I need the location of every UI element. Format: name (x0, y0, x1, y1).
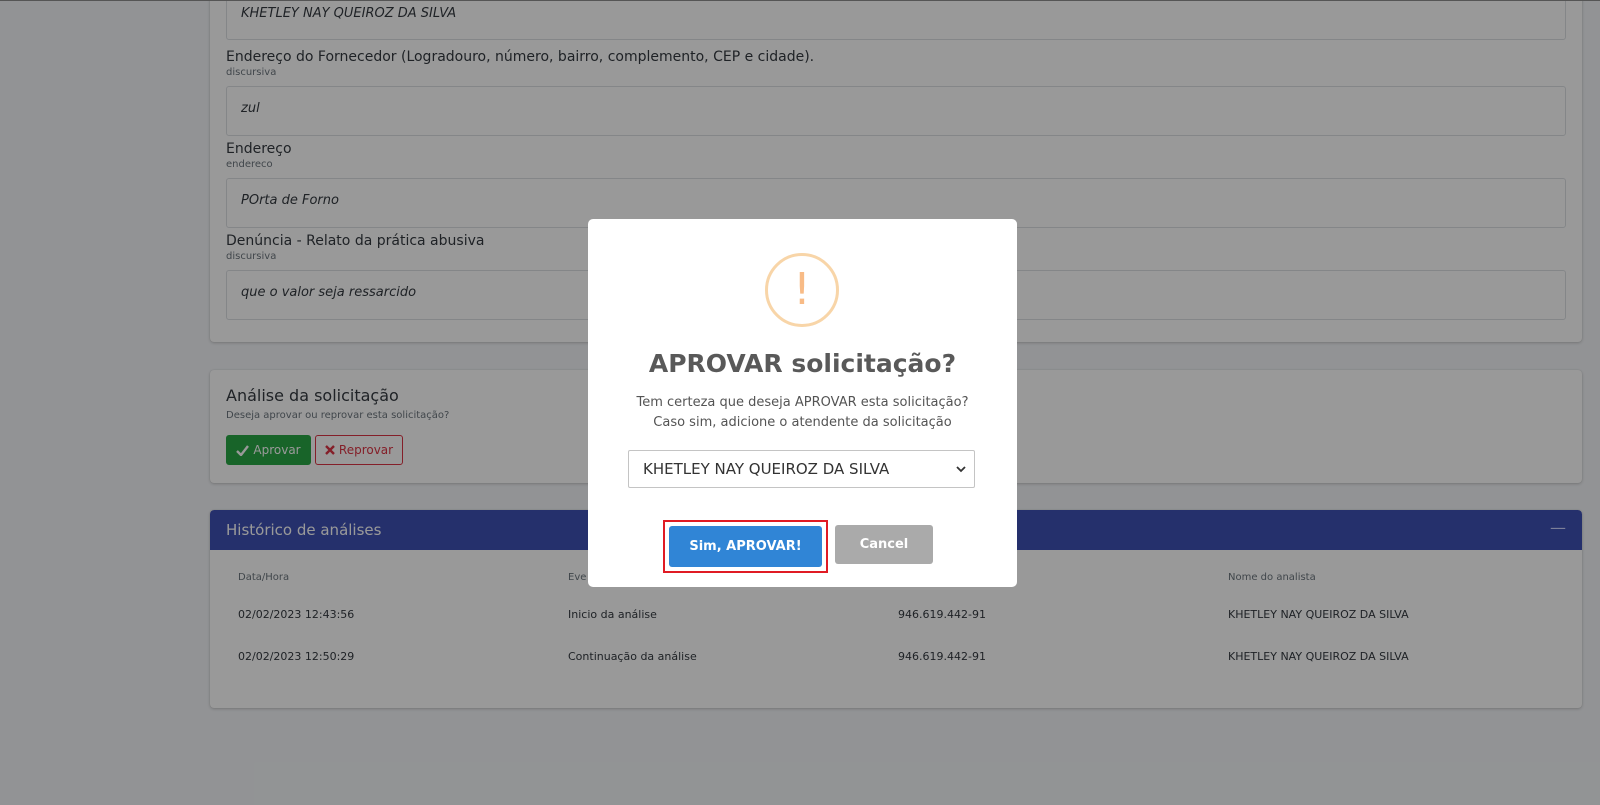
dialog-title: APROVAR solicitação? (648, 349, 957, 378)
exclamation-icon: ! (793, 264, 811, 315)
dialog-text-line2: Caso sim, adicione o atendente da solici… (653, 415, 952, 430)
warning-icon: ! (765, 253, 839, 327)
attendant-select[interactable]: KHETLEY NAY QUEIROZ DA SILVA (628, 450, 975, 488)
attendant-select-value: KHETLEY NAY QUEIROZ DA SILVA (643, 460, 890, 478)
chevron-down-icon (956, 466, 966, 473)
confirm-dialog: ! APROVAR solicitação? Tem certeza que d… (588, 219, 1017, 587)
confirm-highlight: Sim, APROVAR! (663, 520, 828, 573)
dialog-text-line1: Tem certeza que deseja APROVAR esta soli… (636, 395, 969, 410)
top-border (0, 0, 1600, 1)
confirm-approve-button[interactable]: Sim, APROVAR! (669, 526, 822, 567)
cancel-button[interactable]: Cancel (835, 525, 933, 564)
